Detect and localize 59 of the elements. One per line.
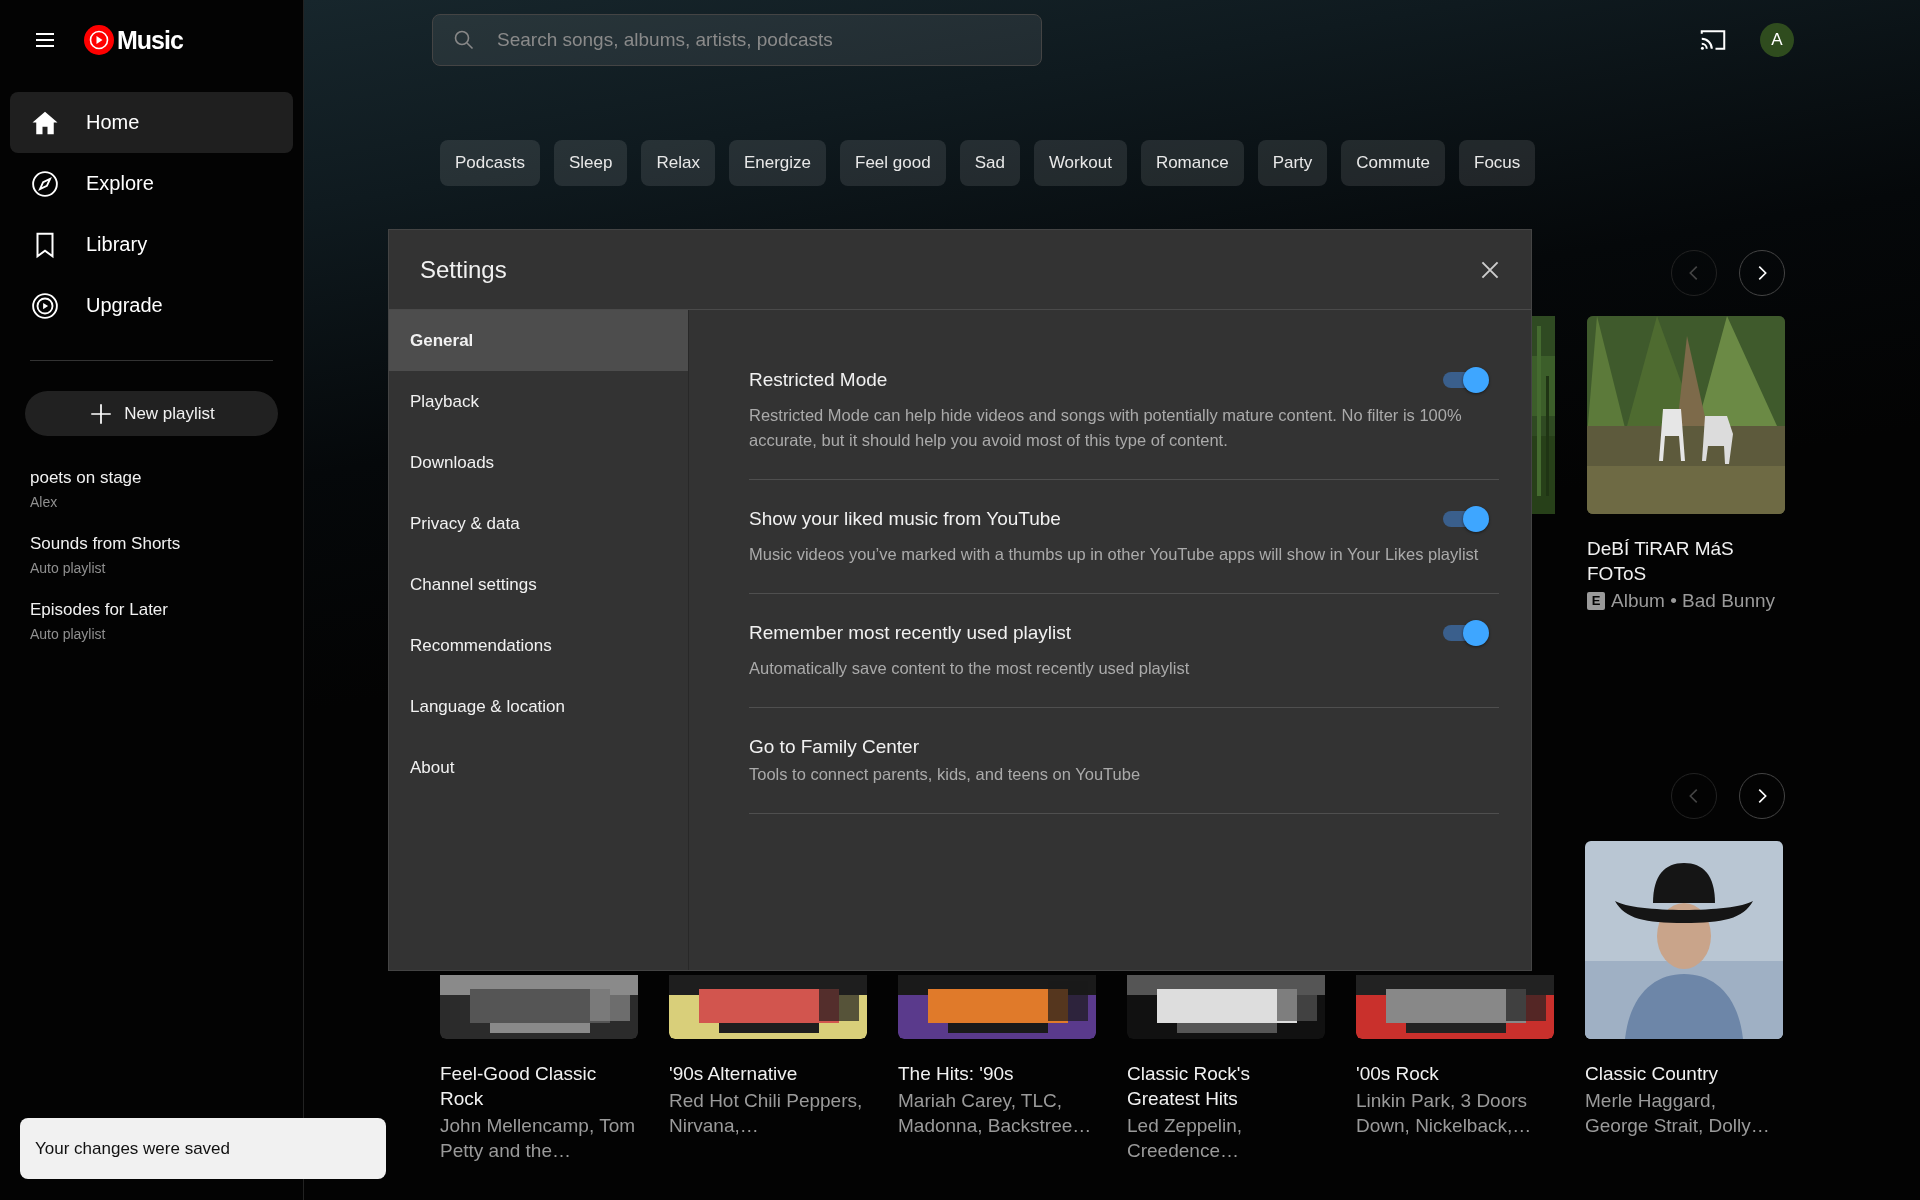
playlist-item[interactable]: Sounds from Shorts Auto playlist [30,534,293,576]
filter-chip[interactable]: Energize [728,140,826,186]
setting-link[interactable]: Go to Family Center [749,736,919,758]
settings-tab[interactable]: Playback [389,371,688,432]
settings-tab[interactable]: Recommendations [389,615,688,676]
search-icon [452,28,476,52]
card-subtitle: Linkin Park, 3 Doors Down, Nickelback,… [1356,1089,1533,1138]
setting-title: Remember most recently used playlist [749,622,1072,644]
setting-title: Show your liked music from YouTube [749,508,1061,530]
settings-tab[interactable]: About [389,737,688,798]
settings-tab[interactable]: Downloads [389,432,688,493]
card-title[interactable]: Classic Country [1585,1061,1783,1086]
dialog-title: Settings [420,255,507,284]
filter-chip[interactable]: Focus [1459,140,1536,186]
filter-chip[interactable]: Party [1257,140,1328,186]
toast-message: Your changes were saved [20,1118,386,1179]
filter-chip[interactable]: Relax [641,140,715,186]
sidebar-item[interactable]: Explore [10,153,293,214]
card-subtitle: Album • Bad Bunny [1611,589,1776,613]
sidebar-item[interactable]: Home [10,92,293,153]
filter-chip[interactable]: Workout [1033,140,1127,186]
setting-description: Restricted Mode can help hide videos and songs with potentially mature content. No filter is 100% accurate, but it should help you avoid most of this type of content. [749,405,1463,451]
logo-icon [84,25,114,55]
settings-tab[interactable]: Language & location [389,676,688,737]
card-title[interactable]: '90s Alternative [669,1061,867,1086]
setting-title: Restricted Mode [749,369,888,391]
card-title[interactable]: '00s Rock [1356,1061,1554,1086]
card-subtitle: Led Zeppelin, Creedence… [1127,1114,1244,1163]
avatar[interactable]: A [1760,23,1794,57]
setting-description: Music videos you’ve marked with a thumbs up in other YouTube apps will show in Your Likes playlist [749,544,1480,565]
play-circle-icon [30,290,60,321]
filter-chip[interactable]: Romance [1140,140,1244,186]
explicit-badge: E [1587,591,1605,610]
filter-chip[interactable]: Commute [1341,140,1445,186]
setting-description: Automatically save content to the most recently used playlist [749,658,1191,679]
sidebar-item[interactable]: Upgrade [10,275,293,336]
card-subtitle: Red Hot Chili Peppers, Nirvana,… [669,1089,864,1138]
card-subtitle: Merle Haggard, George Strait, Dolly… [1585,1089,1771,1138]
settings-tab[interactable]: General [389,310,688,371]
logo-text: Music [117,25,183,55]
playlist-item[interactable]: Episodes for Later Auto playlist [30,600,293,642]
filter-chip[interactable]: Podcasts [440,140,540,186]
card-title[interactable]: DeBÍ TiRAR MáS FOToS [1587,536,1785,586]
sidebar-item[interactable]: Library [10,214,293,275]
card-subtitle: Mariah Carey, TLC, Madonna, Backstree… [898,1089,1093,1138]
search-field[interactable]: Search songs, albums, artists, podcasts [432,14,1042,66]
new-playlist-button[interactable]: New playlist [25,391,278,436]
filter-chip[interactable]: Sad [959,140,1020,186]
filter-chip[interactable]: Feel good [840,140,946,186]
settings-tab[interactable]: Channel settings [389,554,688,615]
compass-icon [30,168,60,199]
card-title[interactable]: Feel-Good Classic Rock [440,1061,638,1111]
card-title[interactable]: Classic Rock's Greatest Hits [1127,1061,1325,1111]
setting-description: Tools to connect parents, kids, and teens on YouTube [749,764,1142,785]
filter-chip[interactable]: Sleep [553,140,628,186]
card-subtitle: John Mellencamp, Tom Petty and the… [440,1114,637,1163]
settings-tab[interactable]: Privacy & data [389,493,688,554]
playlist-item[interactable]: poets on stage Alex [30,468,293,510]
card-title[interactable]: The Hits: '90s [898,1061,1096,1086]
